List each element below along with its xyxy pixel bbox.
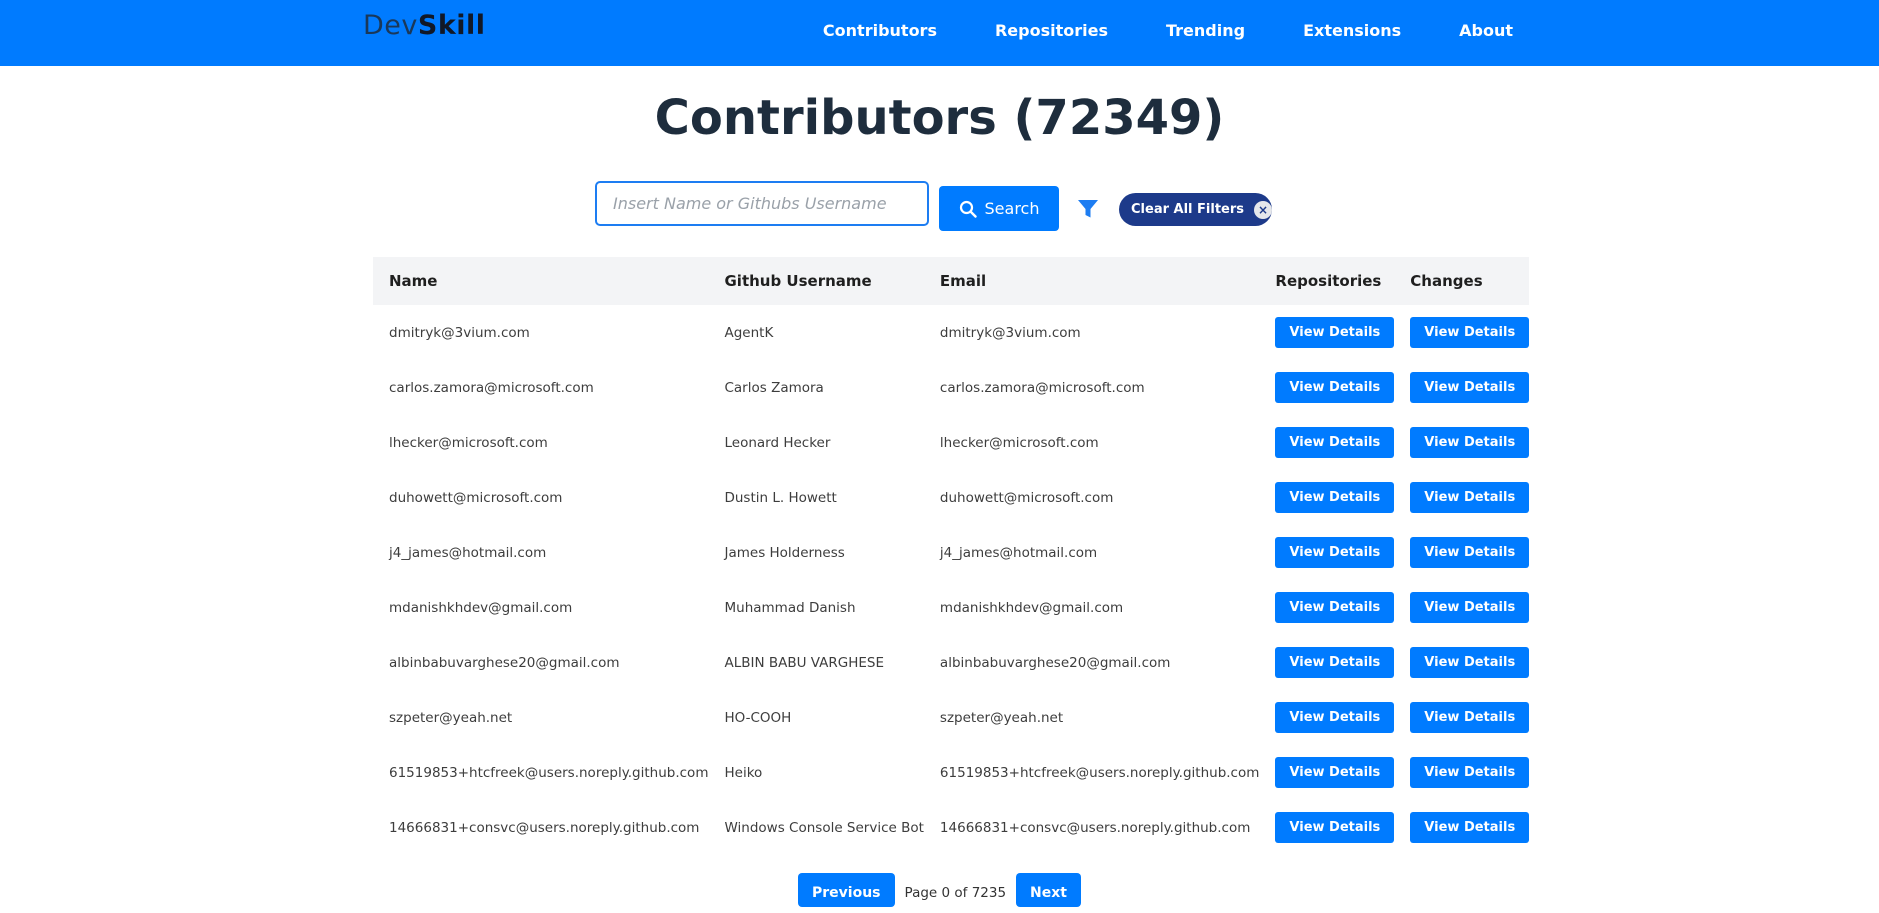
table-header-row: Name Github Username Email Repositories …: [373, 257, 1530, 305]
cell-email: dmitryk@3vium.com: [939, 324, 1081, 341]
cell-username: Windows Console Service Bot: [724, 819, 924, 836]
view-changes-button[interactable]: View Details: [1410, 317, 1530, 348]
cell-username: Muhammad Danish: [724, 599, 856, 616]
view-repositories-button[interactable]: View Details: [1275, 812, 1395, 843]
cell-email: duhowett@microsoft.com: [939, 489, 1114, 506]
table-row: szpeter@yeah.net HO-COOH szpeter@yeah.ne…: [373, 690, 1530, 745]
cell-username: AgentK: [724, 324, 774, 341]
view-repositories-button[interactable]: View Details: [1275, 427, 1395, 458]
nav-link-contributors[interactable]: Contributors: [823, 21, 937, 40]
table-row: carlos.zamora@microsoft.com Carlos Zamor…: [373, 360, 1530, 415]
cell-email: carlos.zamora@microsoft.com: [939, 379, 1145, 396]
close-icon: ×: [1254, 200, 1272, 219]
cell-username: ALBIN BABU VARGHESE: [724, 654, 885, 671]
nav-link-extensions[interactable]: Extensions: [1303, 21, 1401, 40]
view-repositories-button[interactable]: View Details: [1275, 702, 1395, 733]
view-repositories-button[interactable]: View Details: [1275, 537, 1395, 568]
search-input[interactable]: [595, 181, 929, 226]
cell-name: albinbabuvarghese20@gmail.com: [389, 654, 620, 671]
brand-logo[interactable]: DevSkill: [363, 10, 486, 41]
view-repositories-button[interactable]: View Details: [1275, 757, 1395, 788]
previous-page-button[interactable]: Previous: [798, 873, 895, 907]
cell-name: 14666831+consvc@users.noreply.github.com: [389, 819, 700, 836]
cell-username: HO-COOH: [724, 709, 792, 726]
column-header-changes: Changes: [1410, 272, 1483, 290]
cell-email: 14666831+consvc@users.noreply.github.com: [939, 819, 1251, 836]
view-changes-button[interactable]: View Details: [1410, 537, 1530, 568]
search-icon: [959, 200, 977, 218]
search-button-label: Search: [984, 199, 1040, 218]
cell-name: szpeter@yeah.net: [389, 709, 513, 726]
contributors-table: Name Github Username Email Repositories …: [373, 257, 1530, 855]
filter-icon[interactable]: [1077, 199, 1099, 219]
view-repositories-button[interactable]: View Details: [1275, 592, 1395, 623]
cell-name: 61519853+htcfreek@users.noreply.github.c…: [389, 764, 709, 781]
cell-email: albinbabuvarghese20@gmail.com: [939, 654, 1171, 671]
cell-username: James Holderness: [724, 544, 845, 561]
column-header-repositories: Repositories: [1275, 272, 1382, 290]
cell-email: j4_james@hotmail.com: [939, 544, 1098, 561]
cell-email: mdanishkhdev@gmail.com: [939, 599, 1124, 616]
cell-name: lhecker@microsoft.com: [389, 434, 548, 451]
logo-dev-text: Dev: [363, 10, 418, 41]
view-changes-button[interactable]: View Details: [1410, 427, 1530, 458]
view-changes-button[interactable]: View Details: [1410, 757, 1530, 788]
cell-email: szpeter@yeah.net: [939, 709, 1064, 726]
cell-username: Dustin L. Howett: [724, 489, 837, 506]
column-header-email: Email: [939, 272, 987, 290]
cell-email: lhecker@microsoft.com: [939, 434, 1099, 451]
view-changes-button[interactable]: View Details: [1410, 812, 1530, 843]
table-row: lhecker@microsoft.com Leonard Hecker lhe…: [373, 415, 1530, 470]
column-header-name: Name: [389, 272, 438, 290]
view-changes-button[interactable]: View Details: [1410, 702, 1530, 733]
cell-username: Leonard Hecker: [724, 434, 831, 451]
nav-link-about[interactable]: About: [1459, 21, 1513, 40]
cell-username: Carlos Zamora: [724, 379, 824, 396]
cell-name: j4_james@hotmail.com: [389, 544, 547, 561]
view-changes-button[interactable]: View Details: [1410, 592, 1530, 623]
pagination: Previous Page 0 of 7235 Next: [0, 873, 1879, 913]
top-navbar: DevSkill Contributors Repositories Trend…: [0, 0, 1879, 66]
search-button[interactable]: Search: [939, 186, 1059, 231]
table-row: 61519853+htcfreek@users.noreply.github.c…: [373, 745, 1530, 800]
table-row: dmitryk@3vium.com AgentK dmitryk@3vium.c…: [373, 305, 1530, 360]
nav-link-repositories[interactable]: Repositories: [995, 21, 1108, 40]
cell-username: Heiko: [724, 764, 763, 781]
table-row: j4_james@hotmail.com James Holderness j4…: [373, 525, 1530, 580]
nav-link-trending[interactable]: Trending: [1166, 21, 1245, 40]
view-repositories-button[interactable]: View Details: [1275, 317, 1395, 348]
clear-all-filters-label: Clear All Filters: [1131, 202, 1244, 217]
view-repositories-button[interactable]: View Details: [1275, 482, 1395, 513]
page-indicator: Page 0 of 7235: [904, 885, 1007, 901]
logo-skill-text: Skill: [417, 10, 486, 41]
column-header-github-username: Github Username: [724, 272, 872, 290]
table-row: albinbabuvarghese20@gmail.com ALBIN BABU…: [373, 635, 1530, 690]
view-changes-button[interactable]: View Details: [1410, 372, 1530, 403]
view-changes-button[interactable]: View Details: [1410, 647, 1530, 678]
page-title: Contributors (72349): [654, 90, 1225, 146]
cell-name: carlos.zamora@microsoft.com: [389, 379, 594, 396]
table-row: mdanishkhdev@gmail.com Muhammad Danish m…: [373, 580, 1530, 635]
table-row: duhowett@microsoft.com Dustin L. Howett …: [373, 470, 1530, 525]
view-repositories-button[interactable]: View Details: [1275, 372, 1395, 403]
view-repositories-button[interactable]: View Details: [1275, 647, 1395, 678]
clear-all-filters-button[interactable]: Clear All Filters ×: [1119, 193, 1272, 226]
cell-email: 61519853+htcfreek@users.noreply.github.c…: [939, 764, 1260, 781]
next-page-button[interactable]: Next: [1016, 873, 1081, 907]
cell-name: dmitryk@3vium.com: [389, 324, 530, 341]
table-row: 14666831+consvc@users.noreply.github.com…: [373, 800, 1530, 855]
nav-links: Contributors Repositories Trending Exten…: [765, 0, 1513, 60]
cell-name: mdanishkhdev@gmail.com: [389, 599, 573, 616]
cell-name: duhowett@microsoft.com: [389, 489, 563, 506]
view-changes-button[interactable]: View Details: [1410, 482, 1530, 513]
